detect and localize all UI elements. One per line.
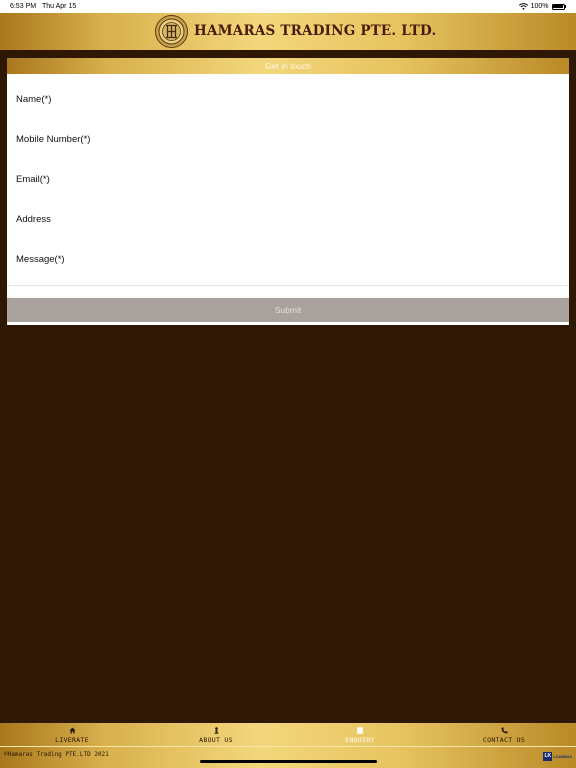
wifi-icon <box>518 3 528 10</box>
message-field[interactable]: Message(*) <box>7 240 569 280</box>
status-date: Thu Apr 15 <box>42 3 77 10</box>
status-bar: 6:53 PM Thu Apr 15 100% <box>0 0 576 13</box>
person-icon <box>144 727 288 734</box>
email-field[interactable]: Email(*) <box>7 160 569 200</box>
company-logo <box>155 15 188 48</box>
company-name: HAMARAS TRADING PTE. LTD. <box>194 23 437 39</box>
app-header: HAMARAS TRADING PTE. LTD. <box>0 13 576 50</box>
footer: ©Hamaras Trading PTE.LTD 2021 LK LOGIMAX <box>0 747 576 768</box>
nav-item-enquiry[interactable]: ENQUIRY <box>288 723 432 746</box>
nav-label-liverate: LIVERATE <box>55 736 89 744</box>
home-indicator[interactable] <box>200 760 377 763</box>
battery-percent: 100% <box>530 3 549 10</box>
nav-label-about-us: ABOUT US <box>199 736 233 744</box>
phone-icon <box>432 727 576 734</box>
home-icon <box>0 727 144 734</box>
status-time: 6:53 PM <box>10 3 37 10</box>
submit-button[interactable]: Submit <box>7 298 569 322</box>
form-title: Get in touch <box>7 58 569 74</box>
developer-logo: LK LOGIMAX <box>543 752 572 761</box>
nav-label-contact-us: CONTACT US <box>482 736 526 744</box>
form-divider <box>7 285 569 286</box>
nav-item-contact-us[interactable]: CONTACT US <box>432 723 576 746</box>
status-indicators: 100% <box>518 0 566 13</box>
address-field[interactable]: Address <box>7 200 569 240</box>
enquiry-form: Get in touch Name(*) Mobile Number(*) Em… <box>7 58 569 325</box>
developer-logo-text: LOGIMAX <box>553 754 572 759</box>
mobile-input[interactable] <box>7 120 569 160</box>
email-input[interactable] <box>7 160 569 200</box>
name-input[interactable] <box>7 80 569 120</box>
mobile-field[interactable]: Mobile Number(*) <box>7 120 569 160</box>
battery-icon <box>551 3 566 10</box>
nav-item-about-us[interactable]: ABOUT US <box>144 723 288 746</box>
name-field[interactable]: Name(*) <box>7 80 569 120</box>
message-input[interactable] <box>7 240 569 280</box>
bottom-nav: LIVERATE ABOUT US ENQUIRY CONTACT US <box>0 723 576 746</box>
nav-label-enquiry: ENQUIRY <box>345 736 375 744</box>
developer-logo-mark: LK <box>543 752 553 761</box>
form-icon <box>288 727 432 734</box>
nav-item-liverate[interactable]: LIVERATE <box>0 723 144 746</box>
copyright-text: ©Hamaras Trading PTE.LTD 2021 <box>4 751 109 758</box>
address-input[interactable] <box>7 200 569 240</box>
